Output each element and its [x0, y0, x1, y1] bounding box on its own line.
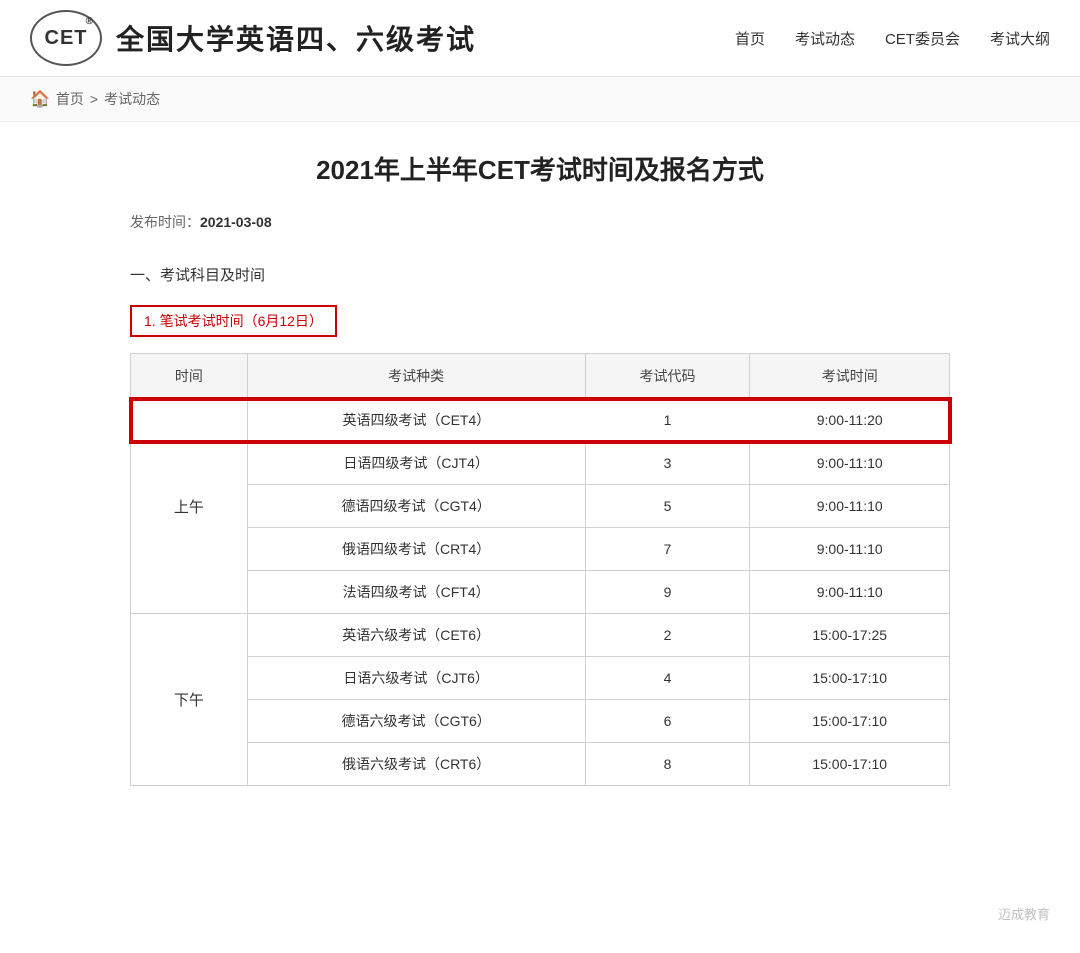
exam-code: 2: [585, 614, 750, 657]
table-header-row: 时间 考试种类 考试代码 考试时间: [131, 354, 950, 399]
table-row: 日语四级考试（CJT4）39:00-11:10: [131, 442, 950, 485]
exam-code: 3: [585, 442, 750, 485]
publish-label: 发布时间：: [130, 214, 200, 230]
exam-time: 15:00-17:10: [750, 700, 950, 743]
col-type: 考试种类: [247, 354, 585, 399]
logo-text: CET: [45, 27, 88, 50]
exam-name: 俄语六级考试（CRT6）: [247, 743, 585, 786]
page-header: CET 全国大学英语四、六级考试 首页 考试动态 CET委员会 考试大纲: [0, 0, 1080, 77]
nav-home[interactable]: 首页: [735, 28, 765, 49]
exam-name: 法语四级考试（CFT4）: [247, 571, 585, 614]
col-code: 考试代码: [585, 354, 750, 399]
breadcrumb-home[interactable]: 首页: [56, 89, 84, 109]
exam-code: 8: [585, 743, 750, 786]
exam-name: 德语四级考试（CGT4）: [247, 485, 585, 528]
exam-code: 4: [585, 657, 750, 700]
main-nav: 首页 考试动态 CET委员会 考试大纲: [735, 28, 1050, 49]
nav-news[interactable]: 考试动态: [795, 28, 855, 49]
exam-time: 9:00-11:10: [750, 571, 950, 614]
publish-date-line: 发布时间：2021-03-08: [130, 212, 950, 232]
exam-name: 日语四级考试（CJT4）: [247, 442, 585, 485]
exam-time: 15:00-17:10: [750, 657, 950, 700]
exam-code: 7: [585, 528, 750, 571]
exam-name: 英语六级考试（CET6）: [247, 614, 585, 657]
exam-code: 9: [585, 571, 750, 614]
table-row: 日语六级考试（CJT6）415:00-17:10: [131, 657, 950, 700]
table-row: 德语四级考试（CGT4）59:00-11:10: [131, 485, 950, 528]
site-title: 全国大学英语四、六级考试: [116, 18, 476, 58]
exam-name: 俄语四级考试（CRT4）: [247, 528, 585, 571]
breadcrumb: 🏠 首页 > 考试动态: [0, 77, 1080, 122]
exam-code: 6: [585, 700, 750, 743]
exam-time: 9:00-11:10: [750, 442, 950, 485]
nav-committee[interactable]: CET委员会: [885, 28, 960, 49]
exam-table: 时间 考试种类 考试代码 考试时间 上午英语四级考试（CET4）19:00-11…: [130, 353, 950, 786]
exam-time: 9:00-11:10: [750, 528, 950, 571]
exam-time: 15:00-17:10: [750, 743, 950, 786]
exam-time: 9:00-11:10: [750, 485, 950, 528]
home-icon: 🏠: [30, 89, 50, 109]
nav-syllabus[interactable]: 考试大纲: [990, 28, 1050, 49]
subsection1-title: 1. 笔试考试时间（6月12日）: [130, 305, 337, 337]
table-row: 俄语四级考试（CRT4）79:00-11:10: [131, 528, 950, 571]
table-row: 俄语六级考试（CRT6）815:00-17:10: [131, 743, 950, 786]
table-row: 德语六级考试（CGT6）615:00-17:10: [131, 700, 950, 743]
cet-logo: CET: [30, 10, 102, 66]
header-brand: CET 全国大学英语四、六级考试: [30, 10, 476, 66]
watermark-text: 迈成教育: [998, 904, 1050, 923]
watermark: 迈成教育: [998, 904, 1050, 923]
col-time: 时间: [131, 354, 248, 399]
exam-code: 5: [585, 485, 750, 528]
exam-name: 日语六级考试（CJT6）: [247, 657, 585, 700]
table-row: 上午英语四级考试（CET4）19:00-11:20: [131, 399, 950, 442]
col-duration: 考试时间: [750, 354, 950, 399]
article-title: 2021年上半年CET考试时间及报名方式: [130, 152, 950, 188]
period-cell: 上午: [131, 399, 248, 614]
publish-date-value: 2021-03-08: [200, 214, 272, 230]
table-row: 下午英语六级考试（CET6）215:00-17:25: [131, 614, 950, 657]
breadcrumb-current: 考试动态: [104, 89, 160, 109]
section1-title: 一、考试科目及时间: [130, 264, 950, 285]
main-content: 2021年上半年CET考试时间及报名方式 发布时间：2021-03-08 一、考…: [90, 122, 990, 876]
exam-name: 英语四级考试（CET4）: [247, 399, 585, 442]
breadcrumb-separator: >: [90, 91, 98, 107]
exam-code: 1: [585, 399, 750, 442]
exam-name: 德语六级考试（CGT6）: [247, 700, 585, 743]
period-cell: 下午: [131, 614, 248, 786]
table-row: 法语四级考试（CFT4）99:00-11:10: [131, 571, 950, 614]
exam-time: 15:00-17:25: [750, 614, 950, 657]
exam-time: 9:00-11:20: [750, 399, 950, 442]
